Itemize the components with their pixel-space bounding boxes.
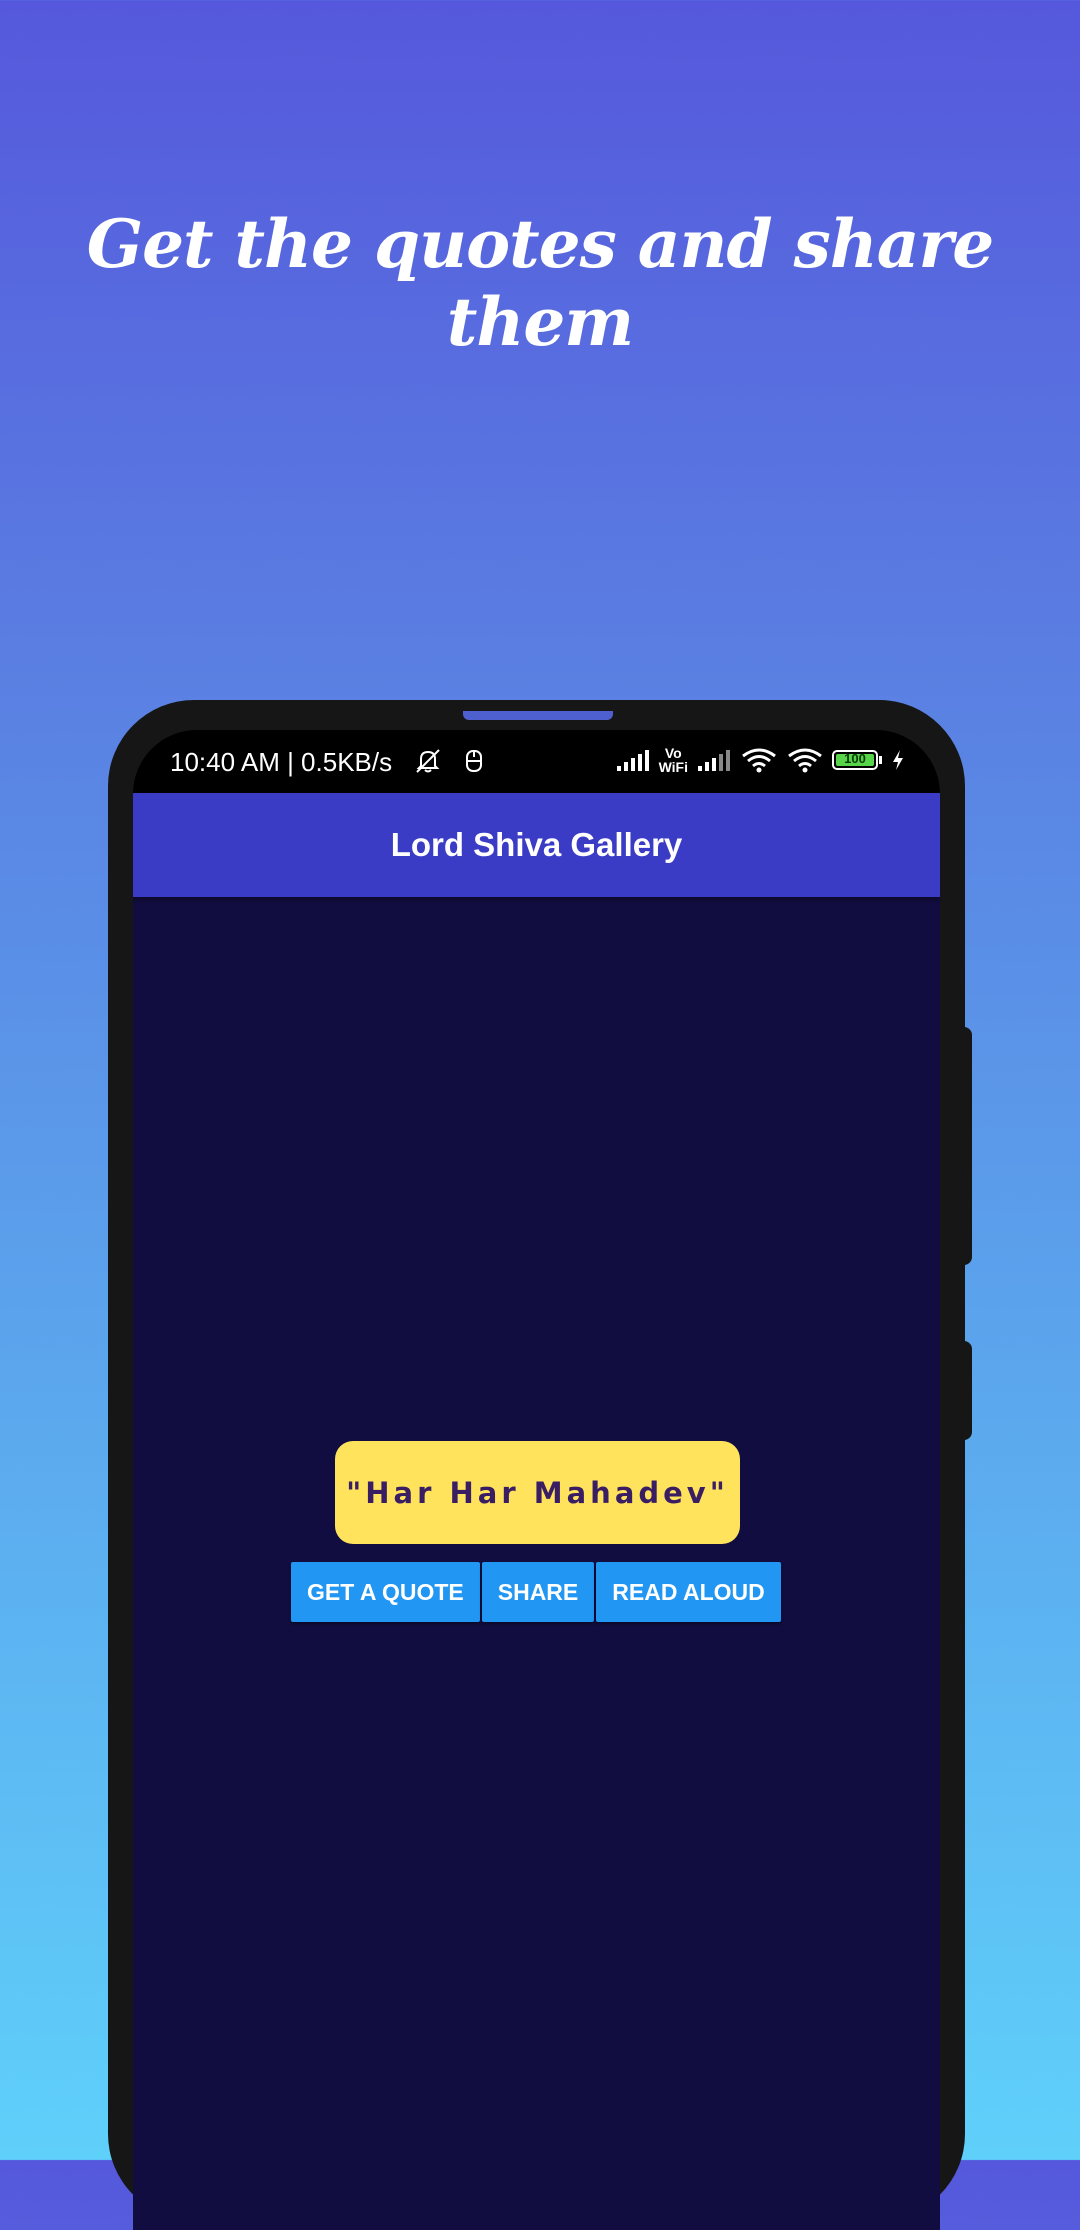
status-bar: 10:40 AM | 0.5KB/s Vo WiFi 100: [133, 730, 940, 793]
battery-level: 100: [844, 751, 866, 766]
action-buttons: GET A QUOTE SHARE READ ALOUD: [291, 1562, 781, 1622]
vowifi-icon: Vo WiFi: [659, 746, 688, 774]
wifi-icon: [788, 748, 822, 773]
quote-text: "Har Har Mahadev": [346, 1475, 729, 1510]
phone-power-button: [962, 1027, 972, 1265]
battery-icon: 100: [832, 750, 878, 770]
charging-icon: [893, 750, 903, 770]
share-button[interactable]: SHARE: [481, 1562, 595, 1622]
battery-cap: [879, 756, 882, 764]
app-notification-icon: [466, 750, 482, 772]
phone-volume-button: [962, 1341, 972, 1440]
read-aloud-button[interactable]: READ ALOUD: [596, 1562, 781, 1622]
wifi-icon: [742, 748, 776, 773]
phone-speaker: [463, 711, 613, 720]
signal-icon: [616, 750, 649, 771]
app-bar: Lord Shiva Gallery: [133, 793, 940, 897]
signal-icon: [698, 750, 730, 771]
mute-bell-icon: [416, 749, 440, 773]
status-icons: Vo WiFi 100: [615, 744, 906, 776]
app-title: Lord Shiva Gallery: [390, 826, 683, 863]
phone-screen: 10:40 AM | 0.5KB/s Vo WiFi 100 Lord Shiv…: [133, 730, 940, 2230]
quote-card: "Har Har Mahadev": [335, 1441, 740, 1544]
promo-headline: Get the quotes and share them: [86, 205, 995, 361]
vowifi-top-label: Vo: [664, 745, 682, 761]
status-time: 10:40 AM | 0.5KB/s: [170, 747, 393, 777]
vowifi-bottom-label: WiFi: [658, 759, 688, 775]
get-quote-button[interactable]: GET A QUOTE: [291, 1562, 480, 1622]
